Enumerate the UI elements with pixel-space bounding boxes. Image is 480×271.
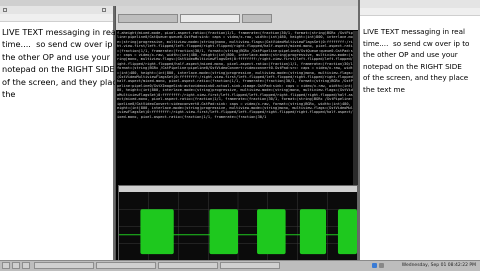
left-notepad-window[interactable]: LIVE TEXT messaging in real time.... so … (0, 6, 123, 260)
taskbar-launcher-button[interactable] (22, 262, 30, 269)
terminal-tab-bar (116, 6, 359, 25)
taskbar-window-button[interactable] (158, 262, 218, 269)
scope-window[interactable] (118, 185, 358, 262)
taskbar: Wednesday, Sep 01 08:42:22 PM (0, 260, 480, 271)
terminal-tab-1[interactable] (118, 14, 178, 23)
left-notepad-text-area[interactable]: LIVE TEXT messaging in real time.... so … (2, 26, 123, 100)
scope-signal-burst (257, 209, 286, 255)
scope-signal-burst (140, 209, 174, 255)
minimize-icon[interactable] (3, 8, 7, 12)
terminal-output[interactable]: f-aheight/mixed-mode, pixel-aspect-ratio… (117, 31, 355, 119)
terminal-tab-2[interactable] (180, 14, 240, 23)
close-icon[interactable] (102, 8, 106, 12)
terminal-menubar (116, 24, 359, 30)
network-icon[interactable] (372, 263, 377, 268)
taskbar-launcher-button[interactable] (12, 262, 20, 269)
taskbar-window-button[interactable] (220, 262, 280, 269)
start-menu-button[interactable] (2, 262, 10, 269)
right-notepad-window[interactable]: LIVE TEXT messaging in real time.... so … (358, 0, 480, 260)
right-notepad-menubar (360, 8, 480, 16)
scope-signal-burst (209, 209, 238, 255)
scope-signal-burst (299, 209, 327, 255)
right-notepad-text-area[interactable]: LIVE TEXT messaging in real time.... so … (363, 26, 480, 96)
left-notepad-menubar (0, 14, 113, 22)
volume-icon[interactable] (379, 263, 384, 268)
scope-signal-burst (337, 209, 357, 255)
scope-display (119, 192, 357, 261)
terminal-tab-3[interactable] (242, 14, 272, 23)
taskbar-window-button[interactable] (96, 262, 156, 269)
taskbar-window-button[interactable] (34, 262, 94, 269)
taskbar-clock[interactable]: Wednesday, Sep 01 08:42:22 PM (402, 262, 476, 270)
